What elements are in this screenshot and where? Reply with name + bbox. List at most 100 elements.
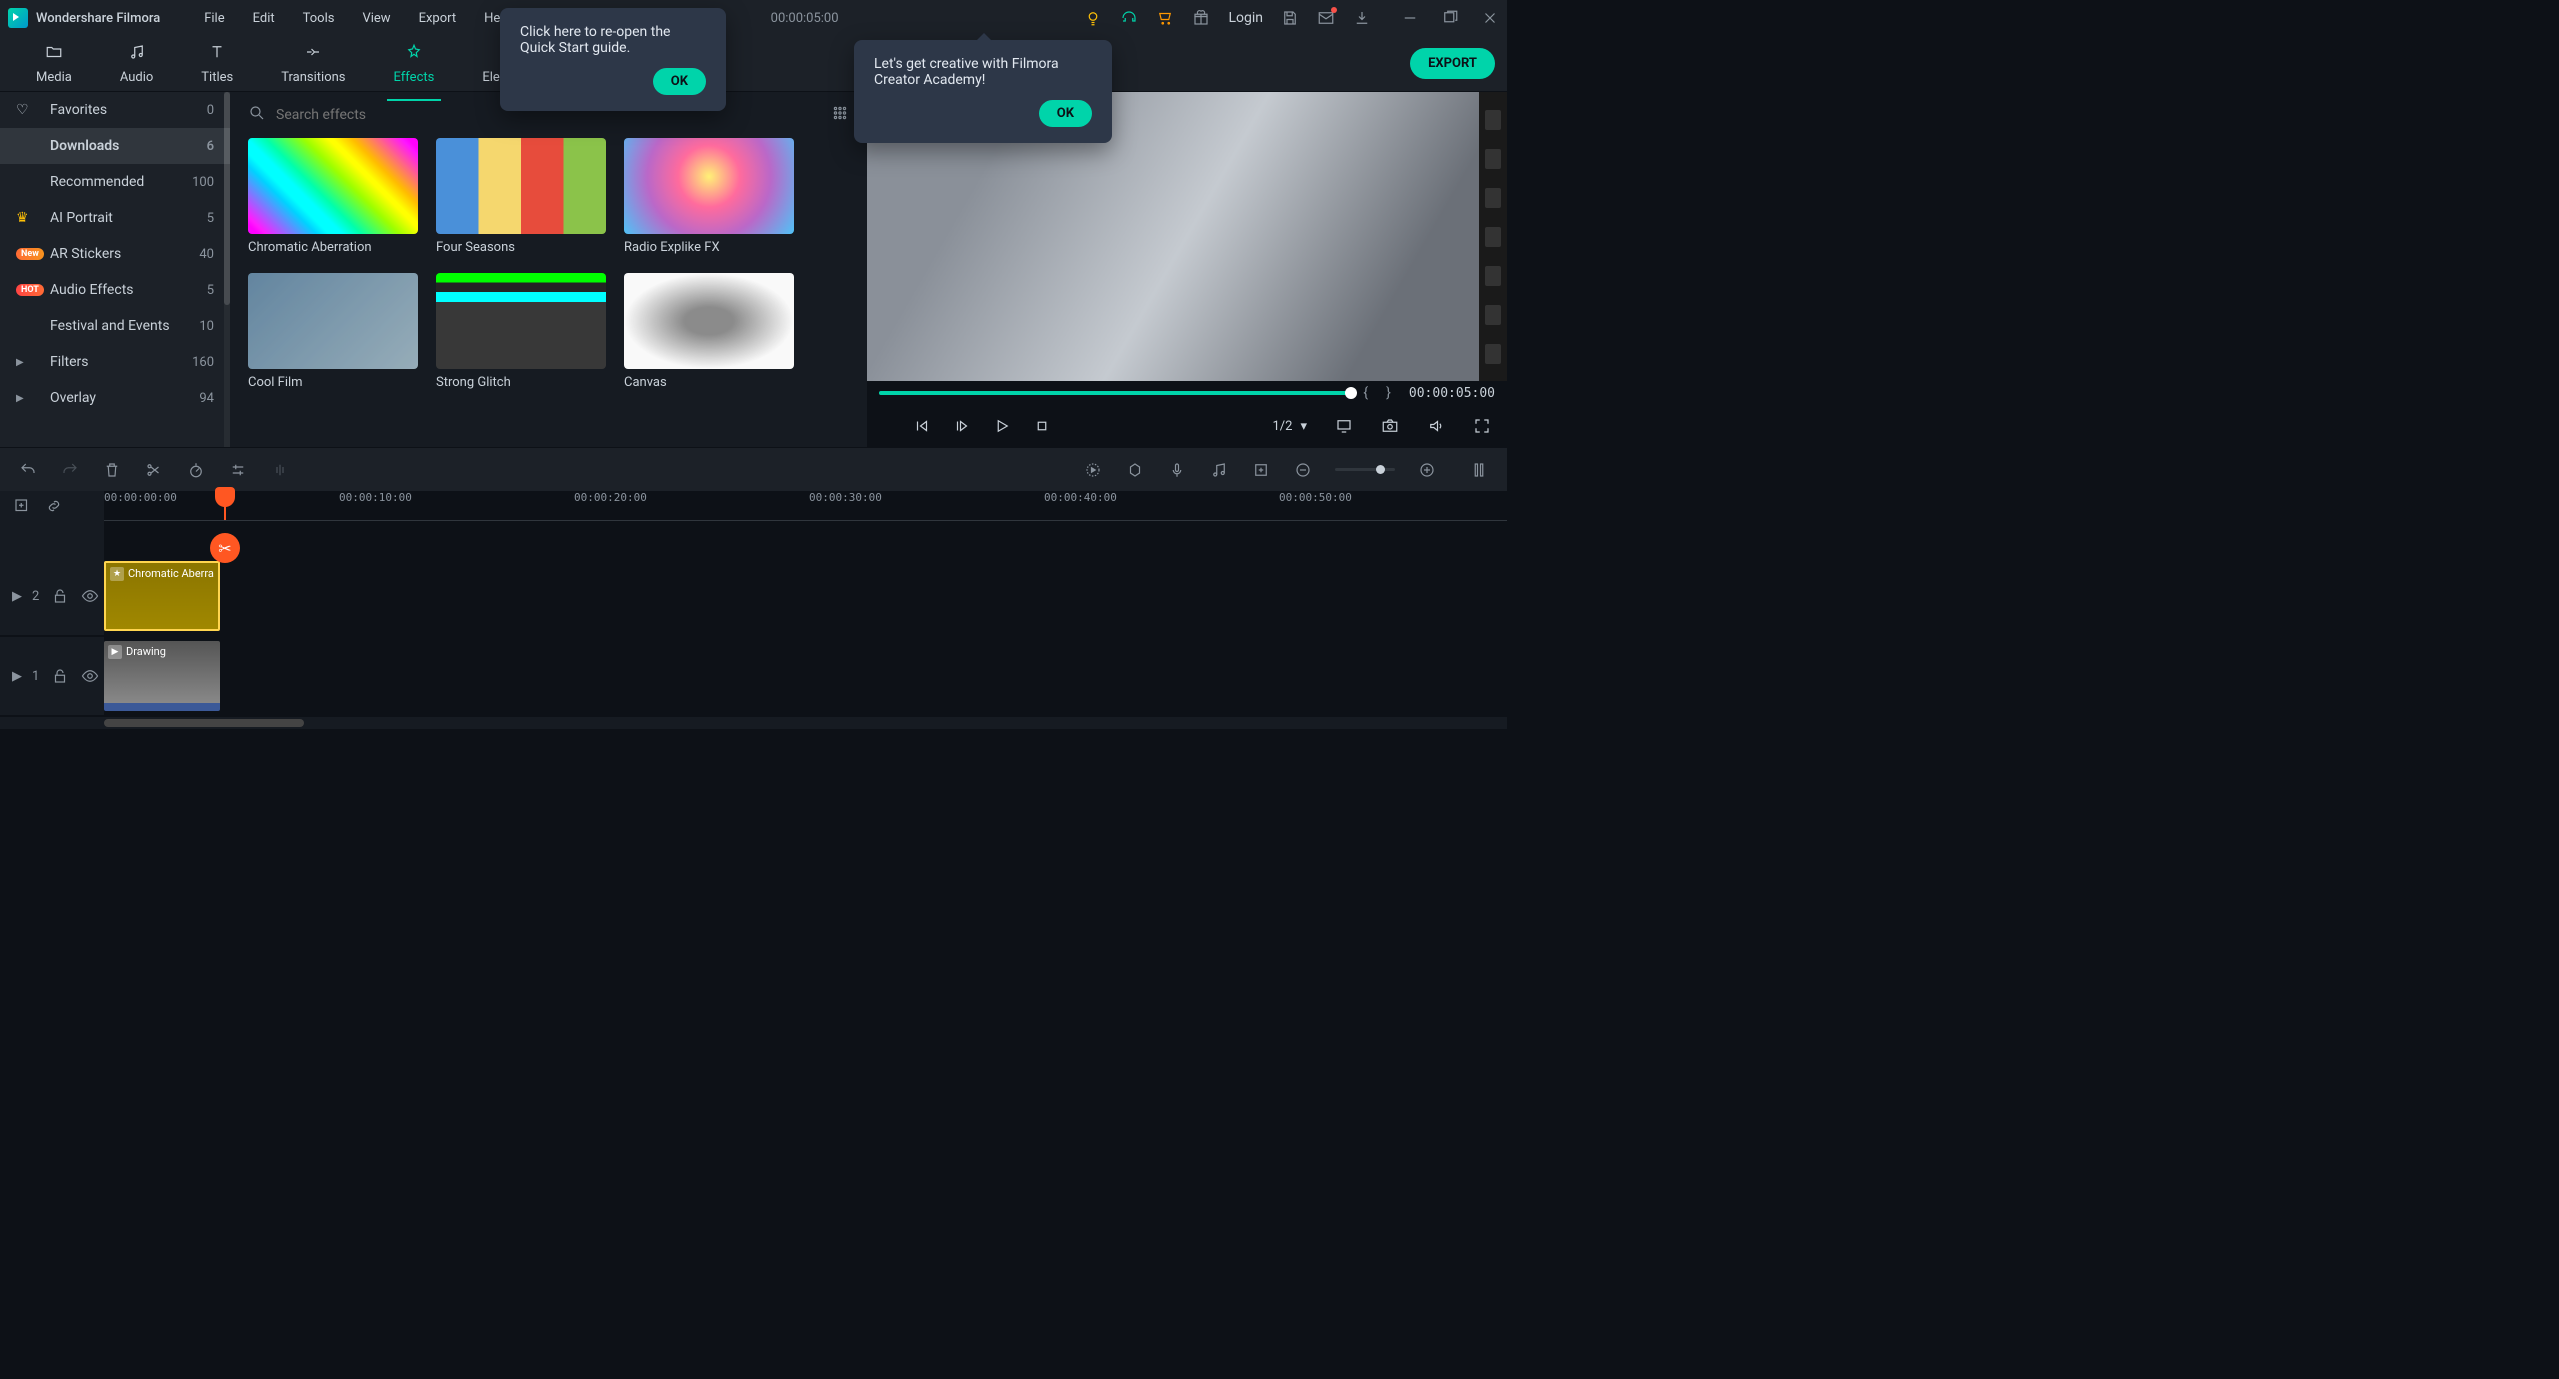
zoom-slider[interactable] xyxy=(1335,468,1395,471)
lock-icon[interactable] xyxy=(51,667,69,685)
bracket-left-icon[interactable]: { xyxy=(1363,385,1374,401)
maximize-icon[interactable] xyxy=(1441,9,1459,27)
speed-icon[interactable] xyxy=(186,460,206,480)
sidebar-item-recommended[interactable]: Recommended100 xyxy=(0,164,230,200)
menu-tools[interactable]: Tools xyxy=(289,7,349,30)
sidebar-scrollbar[interactable] xyxy=(224,92,230,447)
playhead[interactable]: ✂ xyxy=(224,491,226,520)
prev-frame-icon[interactable] xyxy=(913,417,931,435)
popup-arrow-icon xyxy=(976,33,992,41)
timeline-options-icon[interactable] xyxy=(1469,460,1489,480)
video-track-header: ▶1 xyxy=(0,637,104,715)
minimize-icon[interactable] xyxy=(1401,9,1419,27)
effect-four-seasons[interactable]: Four Seasons xyxy=(436,138,606,255)
display-icon[interactable] xyxy=(1335,417,1353,435)
sidebar-item-overlay[interactable]: ▶Overlay94 xyxy=(0,380,230,416)
grid-view-icon[interactable] xyxy=(831,104,849,126)
sidebar-item-filters[interactable]: ▶Filters160 xyxy=(0,344,230,380)
fx-track: ▶2 ★Chromatic Aberra xyxy=(0,557,1507,637)
popup-ok-button[interactable]: OK xyxy=(653,68,706,95)
sidebar-item-downloads[interactable]: Downloads6 xyxy=(0,128,230,164)
video-track: ▶1 ▶Drawing xyxy=(0,637,1507,717)
bracket-right-icon[interactable]: } xyxy=(1386,385,1397,401)
redo-icon[interactable] xyxy=(60,460,80,480)
effect-chromatic-aberration[interactable]: Chromatic Aberration xyxy=(248,138,418,255)
undo-icon[interactable] xyxy=(18,460,38,480)
download-icon[interactable] xyxy=(1353,9,1371,27)
popup-text: Click here to re-open the Quick Start gu… xyxy=(520,24,706,56)
mixer-icon[interactable] xyxy=(1209,460,1229,480)
export-button[interactable]: EXPORT xyxy=(1410,48,1495,79)
cart-icon[interactable] xyxy=(1156,9,1174,27)
sidebar-item-ar-stickers[interactable]: NewAR Stickers40 xyxy=(0,236,230,272)
effect-cool-film[interactable]: Cool Film xyxy=(248,273,418,390)
render-icon[interactable] xyxy=(1083,460,1103,480)
crown-icon: ♛ xyxy=(16,210,40,226)
close-icon[interactable] xyxy=(1481,9,1499,27)
gift-icon[interactable] xyxy=(1192,9,1210,27)
page-indicator[interactable]: 1/2▾ xyxy=(1272,419,1307,434)
play-icon[interactable] xyxy=(993,417,1011,435)
keyframe-icon[interactable] xyxy=(1251,460,1271,480)
sidebar-item-ai-portrait[interactable]: ♛AI Portrait5 xyxy=(0,200,230,236)
effect-strong-glitch[interactable]: Strong Glitch xyxy=(436,273,606,390)
clip-drawing[interactable]: ▶Drawing xyxy=(104,641,220,711)
tab-effects[interactable]: Effects xyxy=(370,35,459,93)
popup-ok-button[interactable]: OK xyxy=(1039,100,1092,127)
sidebar-item-audio-effects[interactable]: HOTAudio Effects5 xyxy=(0,272,230,308)
ruler-row: 00:00:00:00 00:00:10:00 00:00:20:00 00:0… xyxy=(0,491,1507,521)
delete-icon[interactable] xyxy=(102,460,122,480)
clip-chromatic-aberration[interactable]: ★Chromatic Aberra xyxy=(104,561,220,631)
login-button[interactable]: Login xyxy=(1228,10,1263,26)
menu-file[interactable]: File xyxy=(190,7,238,30)
menu-export[interactable]: Export xyxy=(405,7,471,30)
tab-titles[interactable]: Titles xyxy=(177,35,257,93)
voiceover-icon[interactable] xyxy=(1167,460,1187,480)
menu-view[interactable]: View xyxy=(348,7,404,30)
timeline-scrollbar[interactable] xyxy=(0,717,1507,729)
video-track-content[interactable]: ▶Drawing xyxy=(104,637,1507,715)
audio-wave-icon[interactable] xyxy=(270,460,290,480)
headset-icon[interactable] xyxy=(1120,9,1138,27)
add-track-icon[interactable] xyxy=(12,496,32,516)
effect-canvas[interactable]: Canvas xyxy=(624,273,794,390)
lock-icon[interactable] xyxy=(51,587,69,605)
adjust-icon[interactable] xyxy=(228,460,248,480)
star-icon: ★ xyxy=(110,567,124,581)
effects-content: Chromatic Aberration Four Seasons Radio … xyxy=(230,92,867,447)
zoom-in-icon[interactable] xyxy=(1417,460,1437,480)
folder-icon xyxy=(45,43,63,66)
eye-icon[interactable] xyxy=(81,667,99,685)
lightbulb-icon[interactable] xyxy=(1084,9,1102,27)
menu-edit[interactable]: Edit xyxy=(239,7,289,30)
scissor-icon[interactable]: ✂ xyxy=(210,533,240,563)
fullscreen-icon[interactable] xyxy=(1473,417,1491,435)
marker-icon[interactable] xyxy=(1125,460,1145,480)
effect-radio-explike[interactable]: Radio Explike FX xyxy=(624,138,794,255)
heart-icon: ♡ xyxy=(16,102,40,118)
step-fwd-icon[interactable] xyxy=(953,417,971,435)
fx-track-content[interactable]: ★Chromatic Aberra xyxy=(104,557,1507,635)
stop-icon[interactable] xyxy=(1033,417,1051,435)
tab-media[interactable]: Media xyxy=(12,35,96,93)
split-icon[interactable] xyxy=(144,460,164,480)
timeline-tools xyxy=(0,447,1507,491)
titlebar: Wondershare Filmora File Edit Tools View… xyxy=(0,0,1507,36)
quick-start-popup: Click here to re-open the Quick Start gu… xyxy=(500,8,726,111)
chevron-right-icon: ▶ xyxy=(16,393,40,404)
tab-bar: Media Audio Titles Transitions Effects E… xyxy=(0,36,1507,92)
link-icon[interactable] xyxy=(44,496,64,516)
message-icon[interactable] xyxy=(1317,9,1335,27)
volume-icon[interactable] xyxy=(1427,417,1445,435)
snapshot-icon[interactable] xyxy=(1381,417,1399,435)
eye-icon[interactable] xyxy=(81,587,99,605)
save-icon[interactable] xyxy=(1281,9,1299,27)
sidebar-item-favorites[interactable]: ♡Favorites0 xyxy=(0,92,230,128)
preview-progress[interactable] xyxy=(879,391,1351,395)
zoom-out-icon[interactable] xyxy=(1293,460,1313,480)
tab-audio[interactable]: Audio xyxy=(96,35,177,93)
track-type-icon: ▶1 xyxy=(12,669,39,684)
sidebar-item-festival[interactable]: Festival and Events10 xyxy=(0,308,230,344)
tab-transitions[interactable]: Transitions xyxy=(257,35,369,93)
timeline-ruler[interactable]: 00:00:00:00 00:00:10:00 00:00:20:00 00:0… xyxy=(104,491,1507,521)
